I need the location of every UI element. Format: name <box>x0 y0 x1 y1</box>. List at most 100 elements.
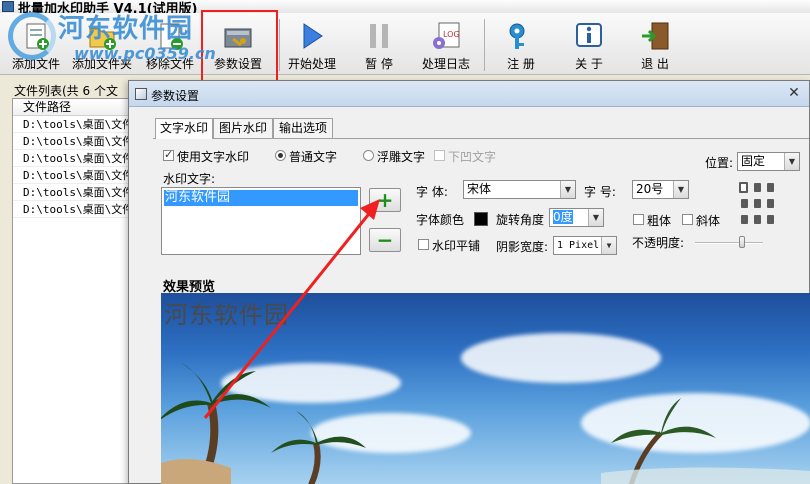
remove-file-label: 移除文件 <box>145 57 194 71</box>
add-file-icon <box>26 23 49 50</box>
chevron-down-icon[interactable]: ▼ <box>588 209 603 226</box>
use-text-watermark-checkbox[interactable] <box>163 148 174 161</box>
preview-image: 河东软件园 <box>161 293 810 484</box>
settings-highlight-box <box>201 10 278 88</box>
chevron-down-icon[interactable]: ▼ <box>560 181 575 198</box>
embossed-text-radio[interactable] <box>363 150 374 161</box>
italic-label: 斜体 <box>696 214 721 228</box>
tab-text-watermark[interactable]: 文字水印 <box>155 118 213 139</box>
chevron-down-icon[interactable]: ▼ <box>784 153 799 170</box>
svg-text:LOG: LOG <box>443 30 460 39</box>
opacity-label: 不透明度: <box>632 236 685 250</box>
rotation-label: 旋转角度 <box>496 213 545 227</box>
log-button[interactable]: LOG 处理日志 <box>416 13 476 75</box>
settings-dialog: 参数设置 ✕ 文字水印 图片水印 输出选项 使用文字水印 普通文字 浮雕文字 下… <box>128 80 810 484</box>
watermark-text-list[interactable]: 河东软件园 <box>161 187 361 255</box>
file-row[interactable]: D:\tools\桌面\文件 <box>13 167 145 184</box>
file-list-title: 文件列表(共 6 个文 <box>14 82 120 99</box>
add-text-button[interactable]: + <box>369 188 401 212</box>
window-title: 批量加水印助手 V4.1(试用版) <box>18 2 198 13</box>
engraved-text-label: 下凹文字 <box>448 150 497 164</box>
watermark-text-item[interactable]: 河东软件园 <box>164 190 358 206</box>
remove-file-button[interactable]: 移除文件 <box>140 13 200 75</box>
font-select[interactable]: 宋体 ▼ <box>463 180 576 199</box>
file-list[interactable]: 文件路径 D:\tools\桌面\文件 D:\tools\桌面\文件 D:\to… <box>12 98 146 484</box>
position-cell-middle-center[interactable] <box>754 199 761 208</box>
position-cell-top-right[interactable] <box>767 183 774 192</box>
dialog-title-bar: 参数设置 ✕ <box>129 81 809 107</box>
italic-checkbox[interactable] <box>682 214 693 225</box>
position-value: 固定 <box>741 154 766 168</box>
position-cell-middle-left[interactable] <box>741 199 748 208</box>
shadow-width-value: 1 Pixel <box>557 240 600 251</box>
opacity-slider-track[interactable] <box>695 242 763 244</box>
remove-file-icon <box>160 23 183 50</box>
toolbar-separator <box>484 19 485 71</box>
about-button[interactable]: 关 于 <box>560 13 618 75</box>
add-folder-icon <box>89 28 116 50</box>
position-label: 位置: <box>705 156 734 170</box>
info-icon <box>576 23 602 47</box>
add-folder-button[interactable]: 添加文件夹 <box>68 13 136 75</box>
chevron-down-icon[interactable]: ▼ <box>673 181 688 198</box>
bold-label: 粗体 <box>647 214 672 228</box>
position-select[interactable]: 固定 ▼ <box>737 152 800 171</box>
file-row[interactable]: D:\tools\桌面\文件 <box>13 116 145 133</box>
start-label: 开始处理 <box>287 57 336 71</box>
title-bar: 批量加水印助手 V4.1(试用版) <box>0 0 810 13</box>
key-icon <box>509 23 525 49</box>
use-text-watermark-label: 使用文字水印 <box>177 150 250 164</box>
pause-label: 暂 停 <box>365 57 393 71</box>
font-color-label: 字体颜色 <box>416 213 465 227</box>
toolbar-separator <box>279 19 280 71</box>
log-label: 处理日志 <box>421 57 470 71</box>
dialog-close-button[interactable]: ✕ <box>783 84 805 102</box>
file-row[interactable]: D:\tools\桌面\文件 <box>13 184 145 201</box>
about-label: 关 于 <box>575 57 603 71</box>
position-cell-middle-right[interactable] <box>767 199 774 208</box>
font-color-swatch[interactable] <box>474 212 488 226</box>
font-size-label: 字 号: <box>584 185 616 199</box>
exit-button[interactable]: 退 出 <box>626 13 684 75</box>
engraved-text-checkbox[interactable] <box>434 150 445 161</box>
chevron-down-icon[interactable]: ▼ <box>601 237 616 254</box>
exit-door-icon <box>642 22 669 50</box>
pause-button[interactable]: 暂 停 <box>350 13 408 75</box>
preview-watermark-text: 河东软件园 <box>164 301 289 329</box>
app-icon <box>2 1 14 12</box>
rotation-select[interactable]: 0度 ▼ <box>549 208 604 227</box>
add-file-button[interactable]: 添加文件 <box>6 13 66 75</box>
log-icon: LOG <box>433 22 460 49</box>
normal-text-radio[interactable] <box>275 150 286 161</box>
font-label: 字 体: <box>416 185 448 199</box>
exit-label: 退 出 <box>641 57 669 71</box>
font-size-select[interactable]: 20号 ▼ <box>632 180 689 199</box>
bold-checkbox[interactable] <box>633 214 644 225</box>
position-cell-bottom-center[interactable] <box>754 215 761 224</box>
pause-icon <box>370 24 388 48</box>
position-cell-bottom-right[interactable] <box>767 215 774 224</box>
file-path-column-header[interactable]: 文件路径 <box>13 99 145 116</box>
position-cell-top-center[interactable] <box>754 183 761 192</box>
register-button[interactable]: 注 册 <box>492 13 550 75</box>
position-cell-top-left[interactable] <box>739 182 748 193</box>
play-icon <box>303 23 323 49</box>
opacity-slider-thumb[interactable] <box>739 236 745 248</box>
tab-image-watermark[interactable]: 图片水印 <box>213 118 273 138</box>
position-grid[interactable] <box>737 180 777 230</box>
dialog-title: 参数设置 <box>151 89 200 103</box>
tile-checkbox[interactable] <box>418 239 429 250</box>
tile-label: 水印平铺 <box>432 239 481 253</box>
watermark-text-label: 水印文字: <box>163 172 216 186</box>
file-row[interactable]: D:\tools\桌面\文件 <box>13 201 145 218</box>
start-button[interactable]: 开始处理 <box>282 13 342 75</box>
file-row[interactable]: D:\tools\桌面\文件 <box>13 133 145 150</box>
dialog-icon <box>135 88 147 100</box>
remove-text-button[interactable]: − <box>369 228 401 252</box>
tab-output-options[interactable]: 输出选项 <box>273 118 333 138</box>
font-size-value: 20号 <box>636 182 664 196</box>
add-file-label: 添加文件 <box>11 57 60 71</box>
shadow-width-select[interactable]: 1 Pixel ▼ <box>553 236 617 255</box>
file-row[interactable]: D:\tools\桌面\文件 <box>13 150 145 167</box>
position-cell-bottom-left[interactable] <box>741 215 748 224</box>
